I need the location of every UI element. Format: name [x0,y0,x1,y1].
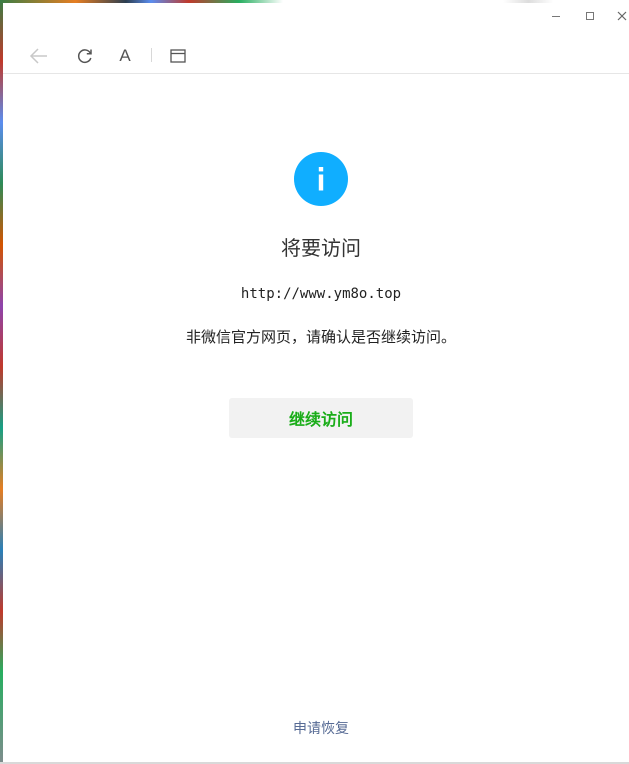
continue-button[interactable]: 继续访问 [229,398,413,438]
font-size-button[interactable]: A [113,44,137,68]
info-icon [294,152,348,206]
page-title: 将要访问 [281,236,361,260]
request-restore-link[interactable]: 申请恢复 [3,718,629,738]
page-content: 将要访问 http://www.ym8o.top 非微信官方网页，请确认是否继续… [3,75,629,762]
toolbar: A [3,38,629,74]
arrow-left-icon [29,48,47,64]
back-button[interactable] [27,44,51,68]
toolbar-divider [151,48,152,62]
open-in-browser-button[interactable] [166,44,190,68]
window-icon [170,49,186,63]
maximize-button[interactable] [580,6,600,26]
refresh-icon [77,49,92,64]
minimize-icon [552,15,560,17]
warning-message: 非微信官方网页，请确认是否继续访问。 [185,328,456,346]
maximize-icon [586,12,594,20]
target-url: http://www.ym8o.top [240,286,402,302]
refresh-button[interactable] [73,44,97,68]
info-glyph [318,167,324,191]
close-button[interactable] [612,6,629,26]
minimize-button[interactable] [546,6,566,26]
font-icon: A [119,46,131,65]
browser-window: A 将要访问 http://www.ym8o.top 非微信官方网页，请确认是否… [0,0,629,764]
title-bar [3,3,629,29]
close-icon [617,11,627,21]
